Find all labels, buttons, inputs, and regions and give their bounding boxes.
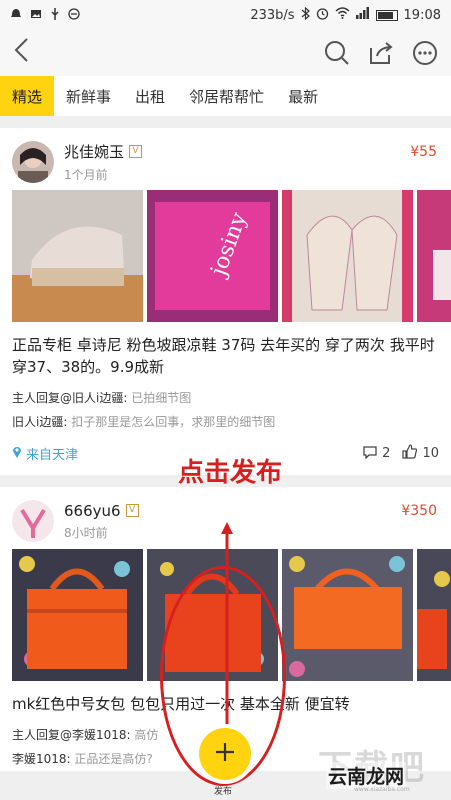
notification-icon xyxy=(10,8,22,23)
usb-icon xyxy=(50,7,60,23)
bluetooth-icon xyxy=(301,6,310,24)
plus-icon xyxy=(214,741,236,767)
top-navbar xyxy=(0,30,451,76)
user-name-row: 666yu6 V xyxy=(64,502,139,520)
comment-icon xyxy=(362,445,378,463)
clock-time: 19:08 xyxy=(403,7,441,23)
photo-strip[interactable]: josiny xyxy=(0,190,451,322)
user-name[interactable]: 兆佳婉玉 xyxy=(64,141,124,162)
post-time: 8小时前 xyxy=(64,525,108,540)
verified-badge: V xyxy=(129,145,143,158)
reply-row[interactable]: 主人回复@旧人i边疆: 已拍细节图 xyxy=(0,386,451,410)
reply-text: 扣子那里是怎么回事，求那里的细节图 xyxy=(71,415,276,429)
alarm-icon xyxy=(316,7,329,24)
user-name-row: 兆佳婉玉 V xyxy=(64,141,143,162)
reply-author: 主人回复@李媛1018: xyxy=(12,728,131,742)
divider xyxy=(0,116,451,128)
share-icon[interactable] xyxy=(367,39,395,67)
location-pin-icon xyxy=(12,445,22,462)
price-tag: ¥350 xyxy=(401,503,437,519)
thumbs-up-icon xyxy=(402,444,418,463)
product-photo[interactable] xyxy=(417,549,451,681)
product-photo[interactable] xyxy=(282,190,413,322)
post-header: 兆佳婉玉 V 1个月前 ¥55 xyxy=(0,138,451,186)
watermark-site: 云南龙网 xyxy=(326,762,407,789)
signal-icon xyxy=(355,7,370,23)
more-icon[interactable] xyxy=(411,39,439,67)
battery-icon xyxy=(375,9,398,21)
minus-circle-icon xyxy=(68,7,80,23)
reply-row[interactable]: 旧人i边疆: 扣子那里是怎么回事，求那里的细节图 xyxy=(0,410,451,434)
back-icon[interactable] xyxy=(12,36,32,70)
status-right: 233b/s 19:08 xyxy=(250,6,441,24)
product-photo[interactable] xyxy=(417,190,451,322)
nav-actions xyxy=(323,39,439,67)
publish-label[interactable]: 发布 xyxy=(214,784,232,797)
post-stats: 2 10 xyxy=(362,444,439,463)
wifi-icon xyxy=(335,7,350,23)
tab-news[interactable]: 新鲜事 xyxy=(54,76,123,116)
price-tag: ¥55 xyxy=(410,144,437,160)
comment-count: 2 xyxy=(382,446,391,461)
user-info: 666yu6 V 8小时前 xyxy=(64,502,139,541)
avatar[interactable] xyxy=(12,500,54,542)
image-icon xyxy=(30,8,42,23)
reply-author: 主人回复@旧人i边疆: xyxy=(12,391,128,405)
network-speed: 233b/s xyxy=(250,7,295,23)
reply-author: 旧人i边疆: xyxy=(12,415,68,429)
post-description[interactable]: 正品专柜 卓诗尼 粉色坡跟凉鞋 37码 去年买的 穿了两次 我平时穿37、38的… xyxy=(0,322,451,386)
user-info: 兆佳婉玉 V 1个月前 xyxy=(64,141,143,183)
product-photo[interactable] xyxy=(282,549,413,681)
reply-text: 已拍细节图 xyxy=(131,391,192,405)
annotation-arrow xyxy=(221,522,233,725)
tab-rent[interactable]: 出租 xyxy=(123,76,177,116)
tab-neighbor-help[interactable]: 邻居帮帮忙 xyxy=(177,76,276,116)
watermark: 下载吧 云南龙网 www.xiazaiba.com xyxy=(318,740,448,794)
category-tabs: 精选 新鲜事 出租 邻居帮帮忙 最新 xyxy=(0,76,451,116)
status-left-icons xyxy=(10,7,80,23)
tab-latest[interactable]: 最新 xyxy=(276,76,330,116)
comment-button[interactable]: 2 xyxy=(362,445,390,463)
post-time: 1个月前 xyxy=(64,168,108,182)
search-icon[interactable] xyxy=(323,39,351,67)
reply-author: 李媛1018: xyxy=(12,752,71,766)
like-button[interactable]: 10 xyxy=(402,444,439,463)
like-count: 10 xyxy=(422,446,439,461)
annotation-label: 点击发布 xyxy=(178,458,283,488)
product-photo[interactable]: josiny xyxy=(147,190,278,322)
location[interactable]: 来自天津 xyxy=(12,444,78,463)
post-card[interactable]: 兆佳婉玉 V 1个月前 ¥55 josiny 正品专柜 卓诗尼 粉色坡跟凉鞋 3… xyxy=(0,128,451,475)
avatar[interactable] xyxy=(12,141,54,183)
watermark-url: www.xiazaiba.com xyxy=(354,786,410,793)
publish-button[interactable] xyxy=(199,728,251,780)
user-name[interactable]: 666yu6 xyxy=(64,502,121,520)
verified-badge: V xyxy=(125,504,139,517)
reply-text: 正品还是高仿? xyxy=(74,752,153,766)
tab-featured[interactable]: 精选 xyxy=(0,76,55,116)
status-bar: 233b/s 19:08 xyxy=(0,0,451,30)
reply-text: 高仿 xyxy=(134,728,159,742)
product-photo[interactable] xyxy=(12,549,143,681)
product-photo[interactable] xyxy=(12,190,143,322)
location-text: 来自天津 xyxy=(26,448,79,463)
